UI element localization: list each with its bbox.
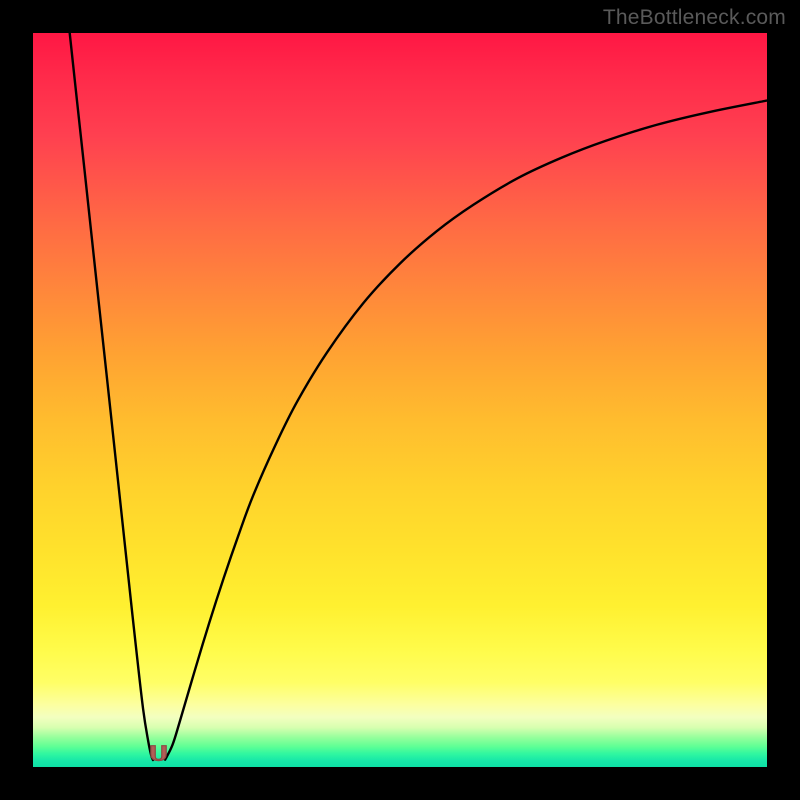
bottleneck-marker-icon bbox=[151, 746, 166, 761]
curve-right-branch bbox=[165, 101, 767, 760]
plot-area bbox=[33, 33, 767, 767]
curve-left-branch bbox=[70, 33, 153, 760]
watermark-text: TheBottleneck.com bbox=[603, 6, 786, 30]
chart-frame: TheBottleneck.com bbox=[0, 0, 800, 800]
chart-svg bbox=[33, 33, 767, 767]
